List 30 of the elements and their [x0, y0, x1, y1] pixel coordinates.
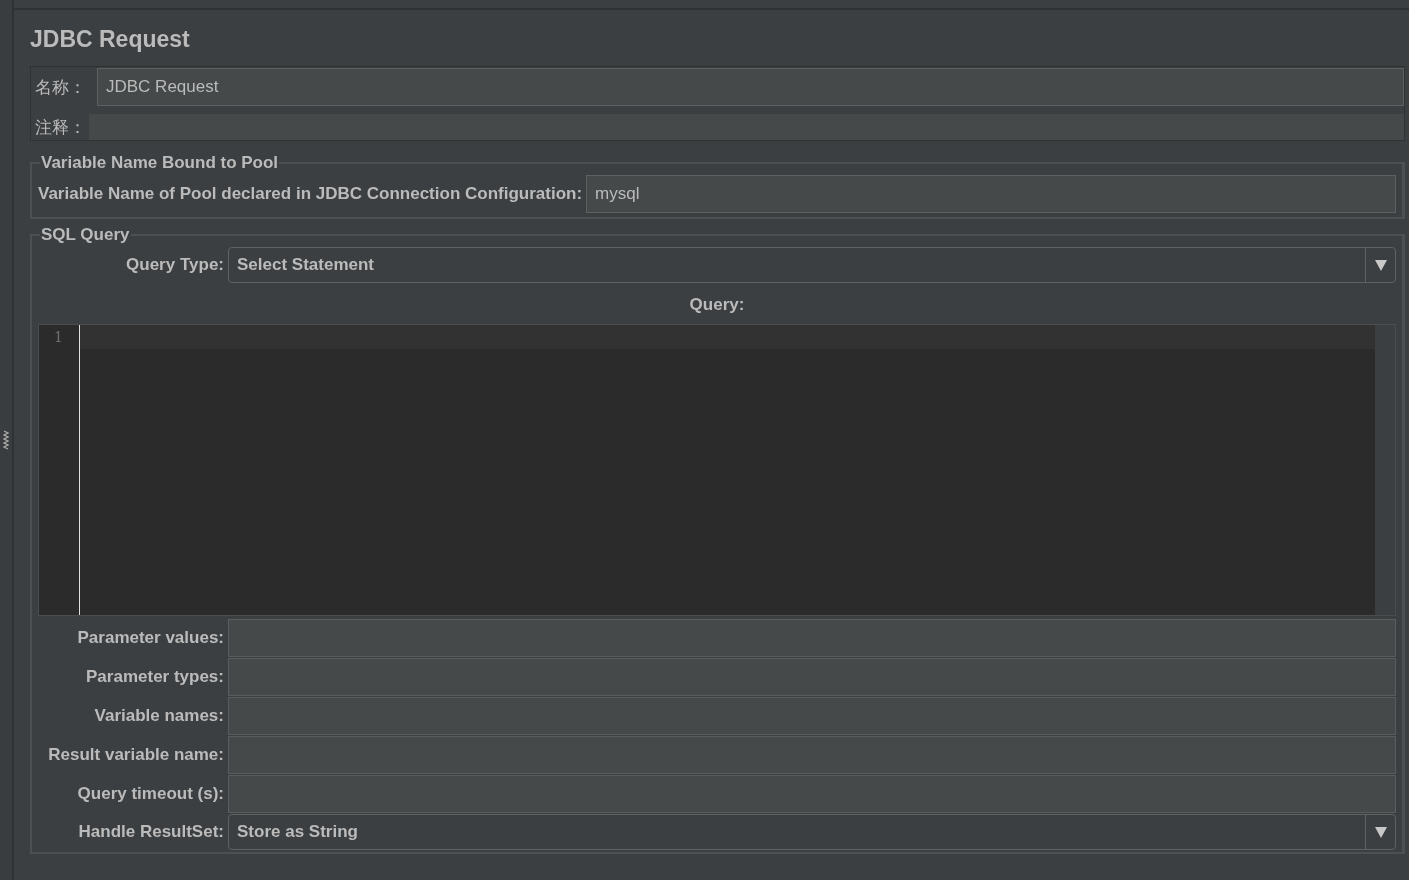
- input-field[interactable]: [228, 619, 1396, 657]
- field-label: Variable names:: [93, 706, 225, 726]
- input-field[interactable]: [228, 775, 1396, 813]
- code-editor[interactable]: 1: [38, 324, 1396, 616]
- field-label: 名称：: [34, 75, 87, 99]
- field-label: Parameter values:: [76, 628, 225, 648]
- caret-icon: [1374, 826, 1387, 838]
- comment-field[interactable]: [89, 114, 1404, 140]
- dropdown[interactable]: Store as String: [228, 814, 1396, 850]
- scrollbar[interactable]: [1375, 325, 1395, 615]
- input-field[interactable]: [228, 697, 1396, 735]
- field-label: Handle ResultSet:: [77, 822, 225, 842]
- section-title: SQL Query: [40, 225, 131, 245]
- field-label: Query timeout (s):: [76, 784, 225, 804]
- caret-icon: [1374, 259, 1387, 271]
- field-label: Result variable name:: [47, 745, 225, 765]
- input-field[interactable]: [228, 736, 1396, 774]
- field-label: Query Type:: [125, 255, 225, 275]
- field-label: Variable Name of Pool declared in JDBC Connection Configuration:: [38, 184, 583, 204]
- dropdown[interactable]: Select Statement: [228, 247, 1396, 283]
- section-title: Variable Name Bound to Pool: [40, 153, 280, 173]
- pool-name-field[interactable]: mysql: [586, 175, 1396, 213]
- field-label: Parameter types:: [85, 667, 225, 687]
- input-field[interactable]: [228, 658, 1396, 696]
- name-field[interactable]: JDBC Request: [97, 68, 1404, 106]
- editor-label: Query:: [689, 295, 745, 314]
- drag-handle-icon[interactable]: [3, 430, 9, 450]
- field-label: 注释：: [34, 115, 87, 139]
- panel-title: JDBC Request: [30, 24, 191, 54]
- line-number: 1: [54, 329, 64, 347]
